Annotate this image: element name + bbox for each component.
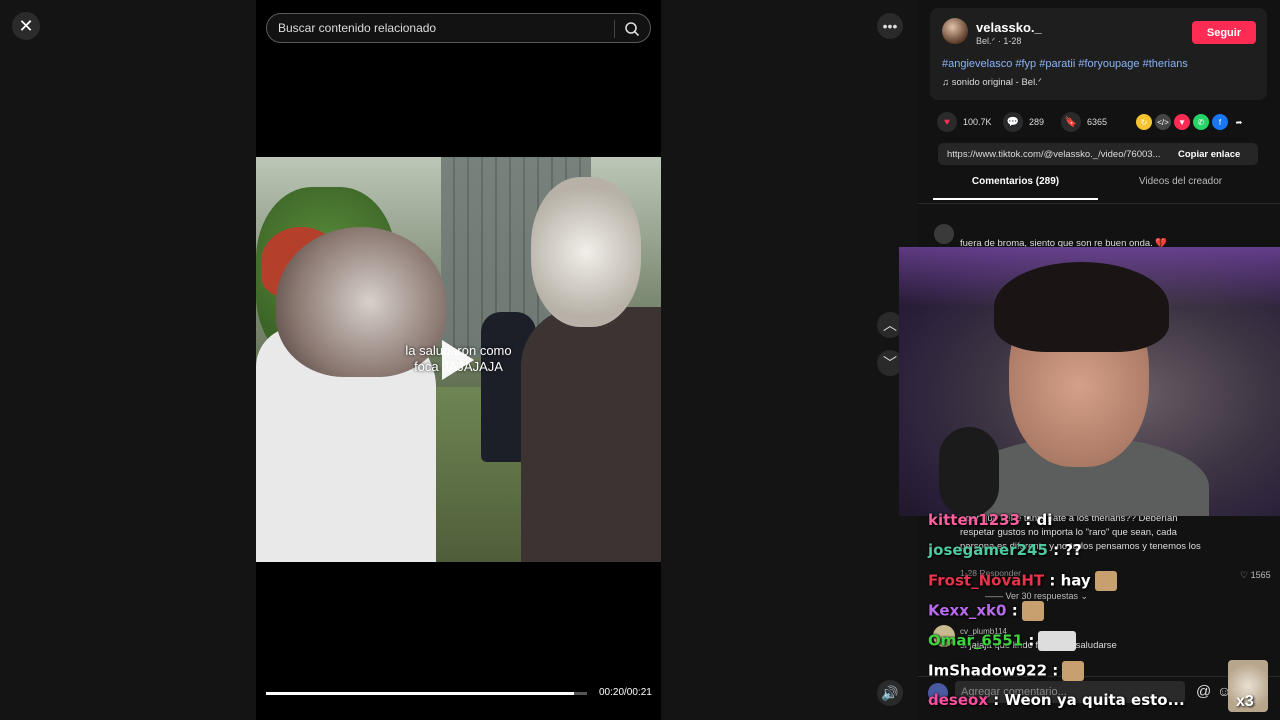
stats-row: ♥ 100.7K 💬 289 🔖 6365 — [937, 110, 1107, 134]
webcam-microphone — [939, 427, 999, 516]
copy-link-button[interactable]: Copiar enlace — [1173, 149, 1240, 160]
chat-username: Kexx_xk0 — [928, 601, 1007, 620]
comment-avatar[interactable] — [934, 224, 954, 244]
progress-bar[interactable] — [266, 692, 587, 695]
chat-emote — [1021, 601, 1044, 621]
chat-message: Omar_6551 : — [928, 631, 1077, 651]
chat-username: kitten1233 — [928, 511, 1021, 529]
link-bar: https://www.tiktok.com/@velassko._/video… — [938, 143, 1258, 165]
follow-button[interactable]: Seguir — [1192, 21, 1256, 44]
facebook-icon[interactable]: f — [1212, 114, 1228, 130]
play-icon[interactable] — [442, 340, 474, 380]
whatsapp-icon[interactable]: ✆ — [1193, 114, 1209, 130]
search-icon[interactable] — [624, 21, 640, 37]
creator-avatar[interactable] — [942, 18, 968, 44]
embed-icon[interactable]: </> — [1155, 114, 1171, 130]
saves-count: 6365 — [1087, 117, 1108, 127]
chat-text: : — [1006, 601, 1018, 620]
chat-emote — [1038, 631, 1077, 651]
send-icon[interactable]: ▼ — [1174, 114, 1190, 130]
chat-message: kitten1233 : di — [928, 511, 1052, 529]
search-bar[interactable] — [266, 13, 651, 43]
chat-emote — [1062, 661, 1085, 681]
video-animal-mask-right — [531, 177, 641, 327]
chat-username: ImShadow922 — [928, 661, 1048, 680]
emote-multiplier: x3 — [1236, 693, 1254, 710]
chat-text: : — [1023, 631, 1035, 650]
hashtags[interactable]: #angievelasco #fyp #paratii #foryoupage … — [942, 58, 1188, 70]
chat-text: : Weon ya quita esto... — [988, 691, 1185, 709]
mention-icon[interactable]: @ — [1196, 683, 1211, 700]
chat-text: : ?? — [1047, 541, 1082, 559]
bookmark-icon[interactable]: 🔖 — [1061, 112, 1081, 132]
comments-count: 289 — [1029, 117, 1045, 127]
chat-username: Omar_6551 — [928, 631, 1024, 650]
chat-username: Frost_NovaHT — [928, 571, 1045, 590]
chat-message: ImShadow922 : — [928, 661, 1085, 681]
heart-icon[interactable]: ♥ — [937, 112, 957, 132]
share-arrow-icon[interactable]: ➦ — [1231, 114, 1247, 130]
webcam-hair — [994, 262, 1169, 352]
chat-message: deseox : Weon ya quita esto... — [928, 691, 1185, 709]
chat-text: : hay — [1044, 571, 1091, 590]
progress-fill — [266, 692, 575, 695]
chat-username: josegamer245 — [928, 541, 1048, 559]
video-link[interactable]: https://www.tiktok.com/@velassko._/video… — [938, 149, 1173, 160]
creator-subline: Bel.ᐟ · 1-28 — [976, 36, 1022, 46]
chat-message: Frost_NovaHT : hay — [928, 571, 1117, 591]
time-display: 00:20/00:21 — [599, 687, 652, 698]
creator-username[interactable]: velassko._ — [976, 20, 1042, 35]
search-separator — [614, 20, 615, 38]
close-button[interactable]: ✕ — [12, 12, 40, 40]
chat-username: deseox — [928, 691, 988, 709]
panel-tabs: Comentarios (289) Videos del creador — [933, 176, 1263, 200]
chat-text: : di — [1020, 511, 1053, 529]
streamer-webcam-overlay — [899, 247, 1280, 516]
tab-comments[interactable]: Comentarios (289) — [933, 176, 1098, 200]
volume-button[interactable]: 🔊 — [877, 680, 903, 706]
video-frame[interactable]: la saludaron como foca JAJAJAJA — [256, 157, 661, 562]
chat-message: Kexx_xk0 : — [928, 601, 1044, 621]
tab-divider — [918, 203, 1280, 204]
chat-emote — [1094, 571, 1117, 591]
more-options-button[interactable]: ••• — [877, 13, 903, 39]
share-icons: ↻ </> ▼ ✆ f ➦ — [1136, 114, 1247, 130]
search-input[interactable] — [278, 21, 608, 35]
tab-creator-videos[interactable]: Videos del creador — [1098, 176, 1263, 200]
chat-message: josegamer245 : ?? — [928, 541, 1082, 559]
sound-link[interactable]: ♫ sonido original - Bel.ᐟ — [942, 77, 1042, 88]
comment-likes[interactable]: ♡ 1565 — [1240, 570, 1271, 581]
comment-icon[interactable]: 💬 — [1003, 112, 1023, 132]
repost-icon[interactable]: ↻ — [1136, 114, 1152, 130]
likes-count: 100.7K — [963, 117, 992, 127]
chat-text: : — [1047, 661, 1059, 680]
